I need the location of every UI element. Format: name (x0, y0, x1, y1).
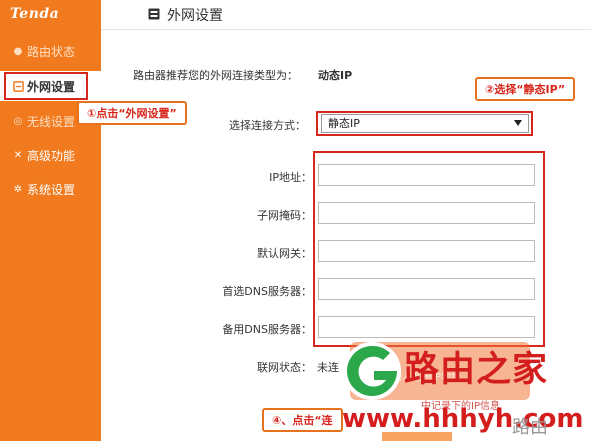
sidebar: Tenda ● 路由状态 外网设置 ◎ 无线设置 ✕ 高级功能 ✲ 系统设置 (0, 0, 101, 441)
connection-status-value: 未连 (317, 361, 339, 374)
ip-address-input[interactable] (318, 164, 535, 186)
default-gateway-label: 默认网关： (257, 247, 312, 260)
primary-dns-label: 首选DNS服务器： (222, 285, 312, 298)
sidebar-item-label: 路由状态 (27, 44, 76, 59)
gear-icon: ✲ (13, 183, 23, 195)
subnet-mask-input[interactable] (318, 202, 535, 224)
sidebar-item-label: 无线设置 (27, 114, 76, 129)
wifi-icon: ◎ (13, 115, 23, 127)
secondary-dns-input[interactable] (318, 316, 535, 338)
dropdown-arrow-icon (514, 120, 522, 126)
connection-type-select[interactable]: 静态IP (321, 114, 529, 133)
watermark-partial-text: 路由 (512, 417, 548, 438)
default-gateway-input[interactable] (318, 240, 535, 262)
step2-callout: ②选择“静态IP” (475, 77, 576, 101)
ip-address-label: IP地址： (269, 171, 312, 184)
subnet-mask-label: 子网掩码： (257, 209, 312, 222)
connect-button-partial[interactable] (382, 432, 452, 441)
recommend-value: 动态IP (318, 69, 353, 82)
globe-icon (12, 80, 24, 92)
secondary-dns-label: 备用DNS服务器： (222, 323, 312, 336)
connection-type-label: 选择连接方式： (229, 119, 306, 132)
sidebar-item-label: 高级功能 (27, 148, 76, 163)
page-header: 外网设置 (101, 0, 591, 30)
active-pointer (92, 81, 101, 93)
dot-icon: ● (13, 45, 23, 57)
tools-icon: ✕ (13, 149, 23, 161)
sidebar-item-router-status[interactable]: ● 路由状态 (0, 36, 101, 66)
connection-status-label: 联网状态： (257, 361, 312, 374)
watermark-logo-icon (343, 342, 401, 400)
step1-callout: ①点击“外网设置” (77, 101, 187, 125)
sidebar-item-advanced[interactable]: ✕ 高级功能 (0, 140, 101, 170)
sidebar-item-wan-settings[interactable]: 外网设置 (0, 71, 101, 101)
connection-type-value: 静态IP (328, 117, 360, 130)
sidebar-item-label: 外网设置 (27, 79, 76, 94)
brand-logo: Tenda (10, 6, 60, 22)
watermark-name: 路由之家 (404, 350, 549, 390)
sidebar-item-system[interactable]: ✲ 系统设置 (0, 174, 101, 204)
page-title: 外网设置 (167, 8, 223, 24)
recommend-label: 路由器推荐您的外网连接类型为： (133, 69, 298, 82)
globe-icon (148, 8, 160, 20)
sidebar-item-label: 系统设置 (27, 182, 76, 197)
step4-callout: ④、点击“连 (262, 408, 343, 432)
primary-dns-input[interactable] (318, 278, 535, 300)
